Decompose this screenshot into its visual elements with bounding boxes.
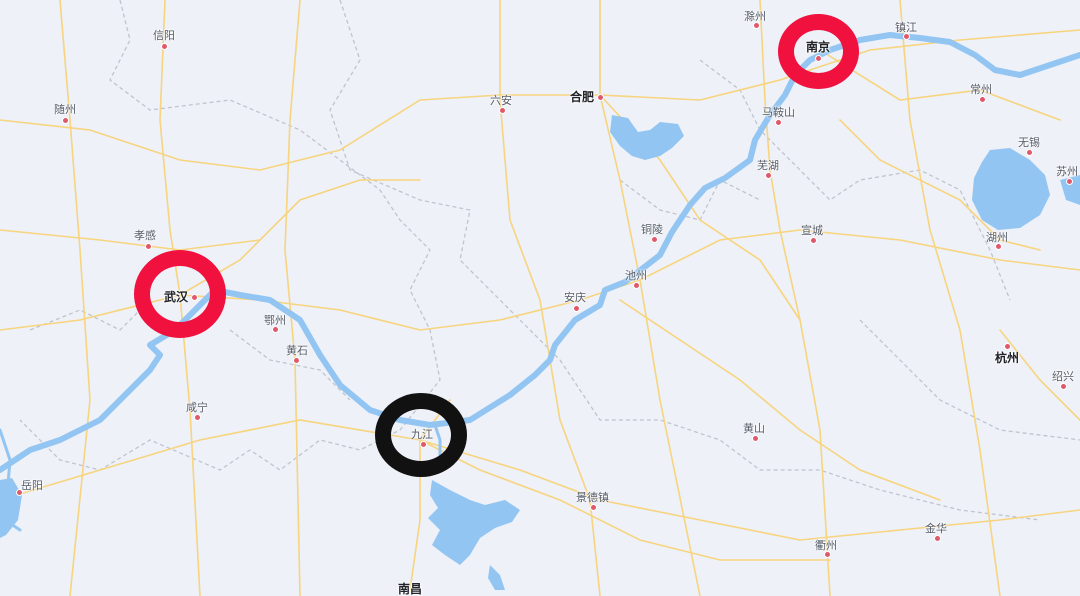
city-label-xianning[interactable]: 咸宁 xyxy=(186,399,208,415)
city-label-huangshan[interactable]: 黄山 xyxy=(743,420,765,436)
city-label-suizhou[interactable]: 随州 xyxy=(54,101,76,117)
city-dot-jinhua xyxy=(934,535,941,542)
city-dot-suzhou xyxy=(1066,178,1073,185)
city-dot-liuan xyxy=(499,107,506,114)
marker-ring-jiujiang[interactable] xyxy=(375,393,467,477)
city-label-huangshi[interactable]: 黄石 xyxy=(286,342,308,358)
city-dot-jingdezhen xyxy=(590,504,597,511)
city-label-wuxi[interactable]: 无锡 xyxy=(1018,134,1040,150)
city-label-xuancheng[interactable]: 宣城 xyxy=(801,222,823,238)
city-label-zhenjiang[interactable]: 镇江 xyxy=(895,19,917,35)
city-dot-anqing xyxy=(573,305,580,312)
city-label-anqing[interactable]: 安庆 xyxy=(564,289,586,305)
city-label-jinhua[interactable]: 金华 xyxy=(925,520,947,536)
city-label-hangzhou[interactable]: 杭州 xyxy=(995,349,1019,366)
city-dot-xinyang xyxy=(161,43,168,50)
city-label-liuan[interactable]: 六安 xyxy=(490,92,512,108)
city-label-chuzhou[interactable]: 滁州 xyxy=(744,8,766,24)
city-dot-xianning xyxy=(194,414,201,421)
city-label-xinyang[interactable]: 信阳 xyxy=(153,27,175,43)
city-label-wuhu[interactable]: 芜湖 xyxy=(757,157,779,173)
city-dot-huangshan xyxy=(752,435,759,442)
city-dot-hefei xyxy=(597,94,604,101)
city-label-shaoxing[interactable]: 绍兴 xyxy=(1052,368,1074,384)
city-label-nanchang[interactable]: 南昌 xyxy=(398,580,422,596)
city-label-suzhou[interactable]: 苏州 xyxy=(1056,163,1078,179)
city-label-jingdezhen[interactable]: 景德镇 xyxy=(576,489,609,505)
city-dot-changzhou xyxy=(979,96,986,103)
city-label-maanshan[interactable]: 马鞍山 xyxy=(762,104,795,120)
city-label-hefei[interactable]: 合肥 xyxy=(570,88,594,105)
city-label-chizhou[interactable]: 池州 xyxy=(625,267,647,283)
city-dot-huangshi xyxy=(293,357,300,364)
city-label-xiaogan[interactable]: 孝感 xyxy=(134,227,156,243)
city-dot-tongling xyxy=(651,236,658,243)
city-dot-wuhu xyxy=(765,172,772,179)
city-dot-shaoxing xyxy=(1060,383,1067,390)
city-dot-suizhou xyxy=(62,117,69,124)
city-dot-chizhou xyxy=(633,282,640,289)
city-label-tongling[interactable]: 铜陵 xyxy=(641,221,663,237)
city-label-ezhou[interactable]: 鄂州 xyxy=(264,312,286,328)
city-label-changzhou[interactable]: 常州 xyxy=(970,81,992,97)
city-dot-xuancheng xyxy=(810,237,817,244)
city-dot-xiaogan xyxy=(145,243,152,250)
city-dot-maanshan xyxy=(775,119,782,126)
city-dot-wuxi xyxy=(1026,149,1033,156)
marker-ring-nanjing[interactable] xyxy=(778,14,859,89)
marker-ring-wuhan[interactable] xyxy=(134,250,226,338)
city-label-quzhou[interactable]: 衢州 xyxy=(815,537,837,553)
city-label-huzhou[interactable]: 湖州 xyxy=(986,229,1008,245)
map-canvas[interactable]: 信阳 随州 孝感 武汉 鄂州 黄石 咸宁 岳阳 六安 合肥 安庆 九江 南昌 景… xyxy=(0,0,1080,596)
city-label-yueyang[interactable]: 岳阳 xyxy=(21,477,43,493)
